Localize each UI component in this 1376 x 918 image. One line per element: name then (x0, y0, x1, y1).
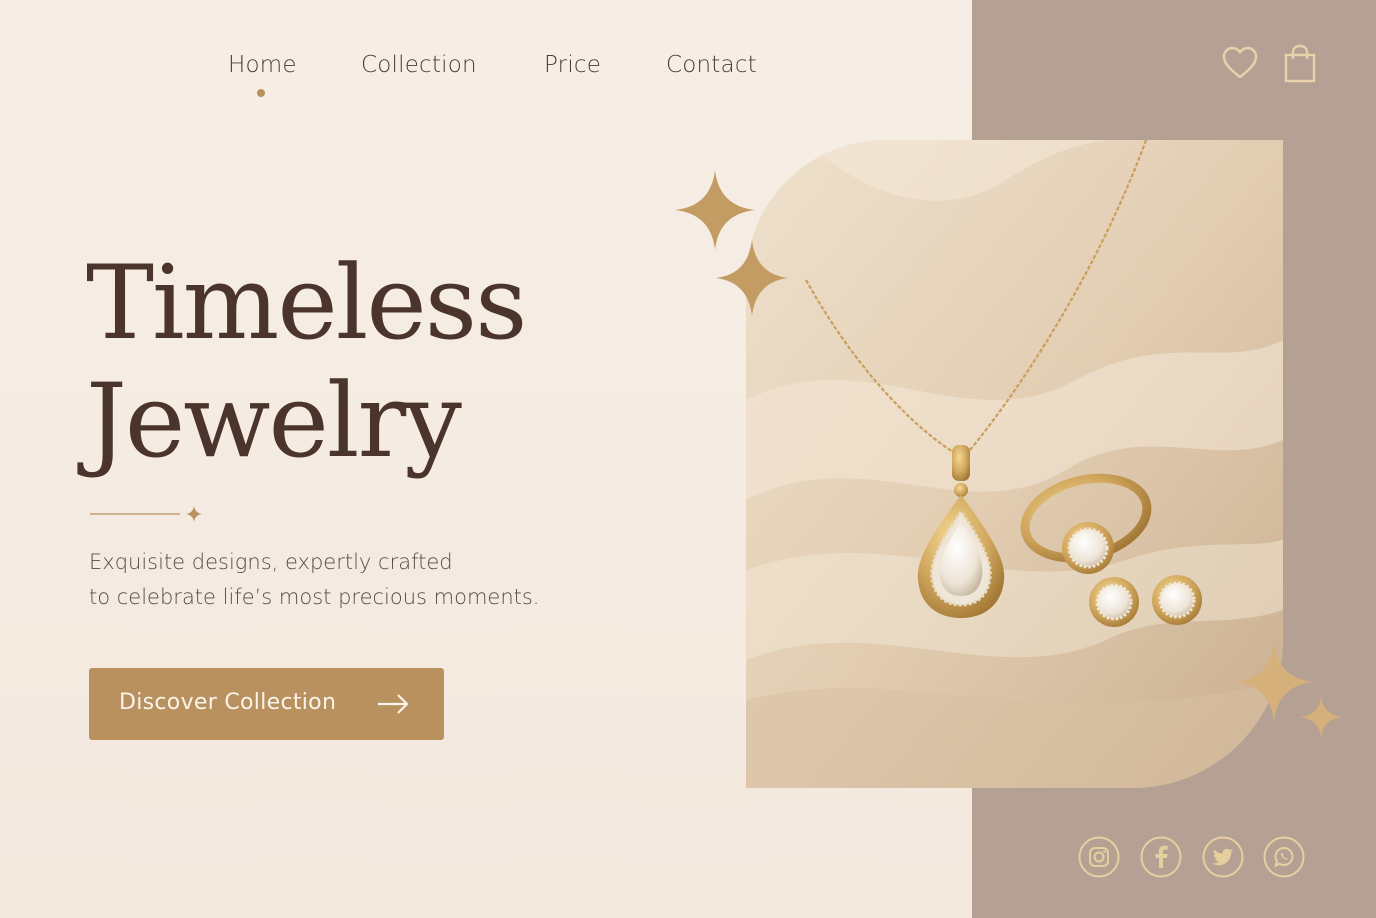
hero-subtitle-line1: Exquisite designs, expertly crafted (89, 550, 453, 574)
hero-title: Timeless Jewelry (86, 244, 527, 481)
instagram-icon[interactable] (1078, 836, 1120, 878)
sparkle-icon (716, 240, 788, 316)
hero-subtitle-line2: to celebrate life’s most precious moment… (89, 585, 540, 609)
nav-active-indicator (257, 89, 265, 97)
nav-price[interactable]: Price (544, 52, 601, 78)
sparkle-icon (1300, 696, 1342, 738)
jewelry-product-image (746, 140, 1283, 788)
nav-contact[interactable]: Contact (666, 52, 757, 78)
hero-subtitle: Exquisite designs, expertly crafted to c… (89, 545, 609, 615)
discover-collection-label: Discover Collection (119, 690, 337, 715)
shopping-bag-icon[interactable] (1282, 44, 1318, 89)
whatsapp-icon[interactable] (1263, 836, 1305, 878)
sparkle-icon (675, 170, 755, 250)
twitter-icon[interactable] (1202, 836, 1244, 878)
nav-home[interactable]: Home (228, 52, 297, 78)
hero-title-line2: Jewelry (86, 362, 462, 481)
nav-collection[interactable]: Collection (361, 52, 477, 78)
arrow-right-icon (378, 694, 409, 714)
ornament-divider (90, 506, 202, 522)
hero-title-line1: Timeless (86, 244, 527, 363)
heart-icon[interactable] (1221, 44, 1259, 87)
facebook-icon[interactable] (1140, 836, 1182, 878)
